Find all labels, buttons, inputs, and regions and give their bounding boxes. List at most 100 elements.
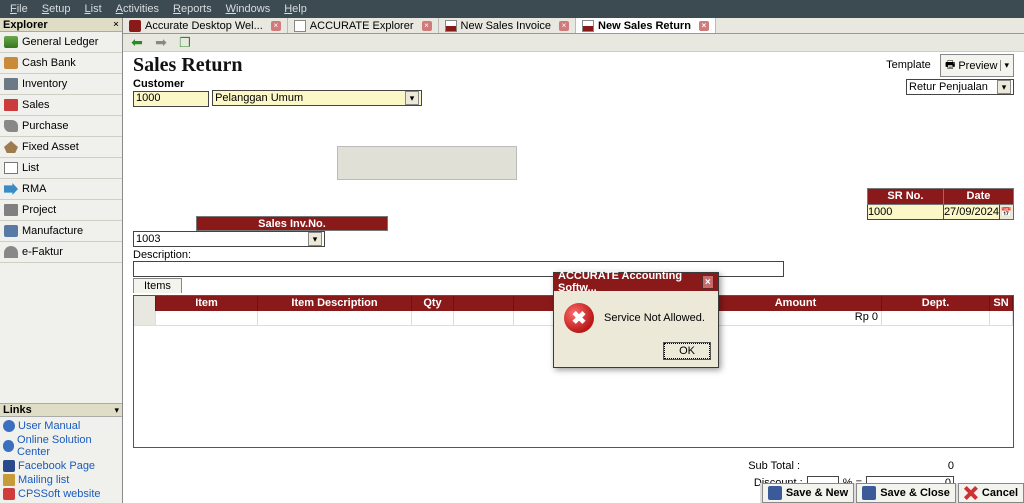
tab-close-icon[interactable]: × bbox=[422, 21, 432, 31]
ledger-icon bbox=[4, 36, 18, 48]
page-title: Sales Return bbox=[133, 54, 1014, 77]
dropdown-icon: ▾ bbox=[997, 80, 1011, 94]
mail-icon bbox=[3, 474, 15, 486]
explorer-title: Explorer bbox=[3, 19, 48, 31]
explorer-close-icon[interactable]: × bbox=[113, 19, 119, 30]
cancel-button[interactable]: Cancel bbox=[958, 483, 1024, 503]
template-label: Template bbox=[886, 59, 931, 71]
menu-bar[interactable]: File Setup List Activities Reports Windo… bbox=[0, 0, 1024, 18]
sales-inv-select[interactable]: 1003▾ bbox=[133, 231, 325, 247]
manufacture-icon bbox=[4, 225, 18, 237]
invoice-icon bbox=[445, 20, 457, 32]
menu-help[interactable]: Help bbox=[278, 2, 313, 16]
save-new-button[interactable]: Save & New bbox=[762, 483, 854, 503]
menu-list[interactable]: List bbox=[79, 2, 108, 16]
dropdown-icon[interactable]: ▾ bbox=[1000, 60, 1009, 71]
cash-icon bbox=[4, 57, 18, 69]
toolbar: ⬅ ➡ ❐ bbox=[123, 34, 1024, 52]
nav-label: Manufacture bbox=[22, 225, 83, 237]
link-facebook[interactable]: Facebook Page bbox=[3, 459, 119, 473]
links-list: User Manual Online Solution Center Faceb… bbox=[0, 417, 122, 503]
col-sn: SN bbox=[990, 296, 1013, 311]
nav-project[interactable]: Project bbox=[0, 200, 122, 221]
subtotal-value: 0 bbox=[804, 460, 954, 472]
forward-button[interactable]: ➡ bbox=[153, 35, 169, 51]
col-qty: Qty bbox=[412, 296, 454, 311]
rma-icon bbox=[4, 183, 18, 195]
tab-close-icon[interactable]: × bbox=[559, 21, 569, 31]
nav-manufacture[interactable]: Manufacture bbox=[0, 221, 122, 242]
tab-close-icon[interactable]: × bbox=[271, 21, 281, 31]
links-title: Links bbox=[3, 404, 32, 416]
nav-list[interactable]: List bbox=[0, 158, 122, 179]
calendar-icon[interactable]: 📅 bbox=[1000, 205, 1014, 220]
col-amount: Amount bbox=[710, 296, 882, 311]
nav-general-ledger[interactable]: General Ledger bbox=[0, 32, 122, 53]
menu-windows[interactable]: Windows bbox=[220, 2, 277, 16]
dropdown-icon: ▾ bbox=[405, 91, 419, 105]
save-close-button[interactable]: Save & Close bbox=[856, 483, 956, 503]
link-solution-center[interactable]: Online Solution Center bbox=[3, 433, 119, 459]
nav-label: Purchase bbox=[22, 120, 68, 132]
nav-label: Inventory bbox=[22, 78, 67, 90]
dropdown-icon: ▾ bbox=[308, 232, 322, 246]
nav-inventory[interactable]: Inventory bbox=[0, 74, 122, 95]
explorer-panel: Explorer × General Ledger Cash Bank Inve… bbox=[0, 18, 123, 503]
nav-cash-bank[interactable]: Cash Bank bbox=[0, 53, 122, 74]
sr-no-input[interactable]: 1000 bbox=[867, 205, 943, 220]
nav-purchase[interactable]: Purchase bbox=[0, 116, 122, 137]
copy-button[interactable]: ❐ bbox=[177, 35, 193, 51]
customer-name-select[interactable]: Pelanggan Umum▾ bbox=[212, 90, 422, 106]
address-placeholder bbox=[337, 146, 517, 180]
menu-reports[interactable]: Reports bbox=[167, 2, 218, 16]
web-icon bbox=[3, 488, 15, 500]
nav-rma[interactable]: RMA bbox=[0, 179, 122, 200]
col-item: Item bbox=[156, 296, 258, 311]
date-input[interactable]: 27/09/2024 bbox=[943, 205, 999, 220]
help-icon bbox=[3, 440, 14, 452]
customer-id-input[interactable]: 1000 bbox=[133, 91, 209, 107]
link-mailing-list[interactable]: Mailing list bbox=[3, 473, 119, 487]
col-desc: Item Description bbox=[258, 296, 412, 311]
cell-amount: Rp 0 bbox=[710, 311, 882, 325]
nav-efaktur[interactable]: e-Faktur bbox=[0, 242, 122, 263]
tab-explorer[interactable]: ACCURATE Explorer× bbox=[288, 18, 439, 33]
menu-file[interactable]: File bbox=[4, 2, 34, 16]
help-icon bbox=[3, 420, 15, 432]
cancel-icon bbox=[964, 486, 978, 500]
link-cpssoft[interactable]: CPSSoft website bbox=[3, 487, 119, 501]
col-hidden-1 bbox=[454, 296, 514, 311]
sr-date-block: SR No. Date 1000 27/09/2024 📅 bbox=[867, 188, 1014, 220]
project-icon bbox=[4, 204, 18, 216]
back-button[interactable]: ⬅ bbox=[129, 35, 145, 51]
printer-icon: 🖶 bbox=[945, 56, 955, 75]
tab-sales-invoice[interactable]: New Sales Invoice× bbox=[439, 18, 577, 33]
nav-label: e-Faktur bbox=[22, 246, 63, 258]
sales-inv-header: Sales Inv.No. bbox=[196, 216, 388, 231]
nav-fixed-asset[interactable]: Fixed Asset bbox=[0, 137, 122, 158]
template-select[interactable]: Retur Penjualan▾ bbox=[906, 79, 1014, 95]
links-toggle-icon[interactable]: ▾ bbox=[114, 405, 119, 416]
dialog-message: Service Not Allowed. bbox=[604, 312, 705, 324]
description-label: Description: bbox=[133, 249, 191, 261]
efaktur-icon bbox=[4, 246, 18, 258]
tab-close-icon[interactable]: × bbox=[699, 21, 709, 31]
nav-sales[interactable]: Sales bbox=[0, 95, 122, 116]
asset-icon bbox=[4, 141, 18, 153]
error-dialog: ACCURATE Accounting Softw... × ✖ Service… bbox=[553, 272, 719, 368]
menu-activities[interactable]: Activities bbox=[110, 2, 165, 16]
items-tab[interactable]: Items bbox=[133, 278, 182, 293]
tab-sales-return[interactable]: New Sales Return× bbox=[576, 18, 716, 33]
ok-button[interactable]: OK bbox=[664, 343, 710, 359]
list-icon bbox=[4, 162, 18, 174]
dialog-close-icon[interactable]: × bbox=[702, 275, 714, 289]
link-user-manual[interactable]: User Manual bbox=[3, 419, 119, 433]
menu-setup[interactable]: Setup bbox=[36, 2, 77, 16]
sales-return-page: Sales Return Customer 1000 Pelanggan Umu… bbox=[123, 52, 1024, 503]
row-num-header bbox=[134, 296, 156, 311]
tab-welcome[interactable]: Accurate Desktop Wel...× bbox=[123, 18, 288, 33]
preview-button[interactable]: 🖶 Preview ▾ bbox=[940, 54, 1014, 77]
app-icon bbox=[129, 20, 141, 32]
footer-buttons: Save & New Save & Close Cancel bbox=[760, 483, 1024, 503]
error-icon: ✖ bbox=[564, 303, 594, 333]
